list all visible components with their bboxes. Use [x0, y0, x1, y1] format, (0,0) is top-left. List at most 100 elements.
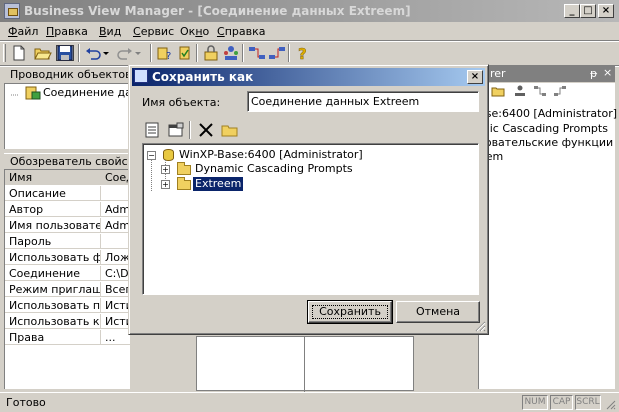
property-name: Пароль — [5, 234, 101, 249]
property-value[interactable]: C:\Documents — [102, 266, 130, 281]
document-area[interactable] — [196, 336, 414, 392]
object-explorer[interactable]: Соединение данных Extreem — [4, 83, 132, 149]
property-row[interactable]: Использовать к... Истина — [5, 314, 130, 329]
repository-tree[interactable]: − WinXP-Base:6400 [Administrator] + Dyna… — [142, 143, 479, 295]
repository-item[interactable]: ase:6400 [Administrator] — [479, 107, 617, 120]
dialog-title-bar[interactable]: Сохранить как × — [132, 68, 485, 86]
tree-node-label-selected[interactable]: Extreem — [191, 176, 245, 192]
property-value[interactable]: Истина — [102, 314, 130, 329]
menu-file[interactable]: Файл — [8, 25, 38, 38]
data-connection-icon — [25, 86, 41, 100]
tree-node-root[interactable]: − WinXP-Base:6400 [Administrator] — [147, 148, 467, 163]
main-window: Business View Manager - [Соединение данн… — [0, 0, 619, 412]
menu-tools[interactable]: Сервис — [133, 25, 174, 38]
column-header-value[interactable]: Соединение — [102, 170, 130, 185]
details-view-icon[interactable] — [143, 122, 161, 138]
repository-close-icon[interactable]: × — [603, 66, 612, 79]
new-folder-icon[interactable] — [221, 122, 239, 138]
toolbar-separator — [288, 44, 290, 62]
property-name: Права — [5, 330, 101, 345]
property-row[interactable]: Права ... — [5, 330, 130, 345]
tree-node-extreem[interactable]: + Extreem — [161, 176, 461, 192]
query-icon[interactable]: ? — [156, 45, 174, 61]
toolbar: ? ? — [0, 41, 619, 65]
users-icon[interactable] — [222, 45, 240, 61]
column-header-name[interactable]: Имя — [5, 170, 101, 185]
property-value[interactable]: Истина — [102, 298, 130, 313]
property-row[interactable]: Имя пользовате... Administrator — [5, 218, 130, 233]
repository-item[interactable]: mic Cascading Prompts — [479, 122, 608, 135]
folder-icon[interactable] — [491, 85, 505, 97]
relation-alt-icon[interactable] — [268, 45, 286, 61]
expand-toggle[interactable]: + — [161, 165, 170, 174]
dialog-icon — [134, 69, 148, 83]
property-name: Использовать ф... — [5, 250, 101, 265]
tree-node-label[interactable]: Dynamic Cascading Prompts — [193, 162, 355, 176]
dialog-title: Сохранить как — [152, 70, 254, 84]
menu-window[interactable]: Окно — [180, 25, 209, 38]
window-title: Business View Manager - [Соединение данн… — [24, 4, 411, 18]
object-name-label: Имя объекта: — [142, 96, 221, 109]
property-name: Использовать п... — [5, 298, 101, 313]
explorer-header: Проводник объектов — [4, 67, 132, 83]
property-row[interactable]: Пароль — [5, 234, 130, 249]
repository-explorer[interactable]: ase:6400 [Administrator] mic Cascading P… — [478, 83, 617, 389]
property-value[interactable]: Administrator — [102, 218, 130, 233]
relation-icon[interactable] — [248, 45, 266, 61]
save-icon[interactable] — [56, 45, 74, 61]
relation-icon[interactable] — [533, 85, 547, 97]
pin-icon[interactable]: ᵽ — [590, 67, 597, 80]
dialog-resize-grip-icon[interactable] — [474, 320, 486, 332]
menu-view[interactable]: Вид — [99, 25, 121, 38]
explorer-root-item[interactable]: Соединение данных Extreem — [43, 86, 132, 99]
property-value[interactable]: ... — [102, 330, 130, 345]
tree-node-dynamic-cascading-prompts[interactable]: + Dynamic Cascading Prompts — [161, 162, 461, 177]
dialog-close-button[interactable]: × — [467, 70, 483, 84]
property-row[interactable]: Использовать ф... Ложь — [5, 250, 130, 265]
property-value[interactable]: Administrator — [102, 202, 130, 217]
property-value[interactable] — [102, 186, 130, 201]
toolbar-separator — [78, 44, 80, 62]
folder-icon — [177, 162, 191, 175]
repository-header-title: rer — [490, 67, 506, 80]
property-row[interactable]: Описание — [5, 186, 130, 201]
maximize-button[interactable]: □ — [580, 4, 596, 18]
delete-icon[interactable] — [197, 122, 215, 138]
property-row[interactable]: Режим приглаш... Всегда — [5, 282, 130, 297]
property-name: Описание — [5, 186, 101, 201]
open-icon[interactable] — [34, 45, 52, 61]
redo-dropdown-icon[interactable] — [132, 45, 150, 61]
collapse-toggle[interactable]: − — [147, 151, 156, 160]
folder-icon — [177, 177, 191, 190]
minimize-button[interactable]: _ — [564, 4, 580, 18]
toolbar-separator — [150, 44, 152, 62]
property-row[interactable]: Автор Administrator — [5, 202, 130, 217]
new-icon[interactable] — [10, 45, 28, 61]
tree-node-label[interactable]: WinXP-Base:6400 [Administrator] — [177, 148, 365, 162]
save-button[interactable]: Сохранить — [307, 300, 393, 324]
repository-header: rer ᵽ × — [478, 66, 615, 82]
resize-grip-icon[interactable] — [604, 398, 616, 410]
cancel-button[interactable]: Отмена — [396, 301, 480, 323]
menu-edit[interactable]: Правка — [46, 25, 88, 38]
lock-icon[interactable] — [202, 45, 220, 61]
repository-item[interactable]: зовательские функции — [479, 136, 613, 149]
property-row[interactable]: Соединение C:\Documents — [5, 266, 130, 281]
toolbar-gripper[interactable] — [3, 44, 6, 62]
property-value[interactable] — [102, 234, 130, 249]
status-text: Готово — [6, 396, 46, 409]
property-row[interactable]: Использовать п... Истина — [5, 298, 130, 313]
app-icon[interactable] — [4, 3, 20, 19]
property-value[interactable]: Ложь — [102, 250, 130, 265]
expand-toggle[interactable]: + — [161, 180, 170, 189]
check-icon[interactable] — [176, 45, 194, 61]
object-name-input[interactable]: Соединение данных Extreem — [247, 91, 479, 112]
close-button[interactable]: × — [598, 4, 614, 18]
users-icon[interactable] — [513, 85, 527, 97]
help-icon[interactable]: ? — [294, 45, 312, 61]
menu-help[interactable]: Справка — [217, 25, 265, 38]
property-value[interactable]: Всегда — [102, 282, 130, 297]
relation-alt-icon[interactable] — [553, 85, 567, 97]
title-bar: Business View Manager - [Соединение данн… — [0, 0, 619, 22]
properties-icon[interactable] — [167, 122, 185, 138]
